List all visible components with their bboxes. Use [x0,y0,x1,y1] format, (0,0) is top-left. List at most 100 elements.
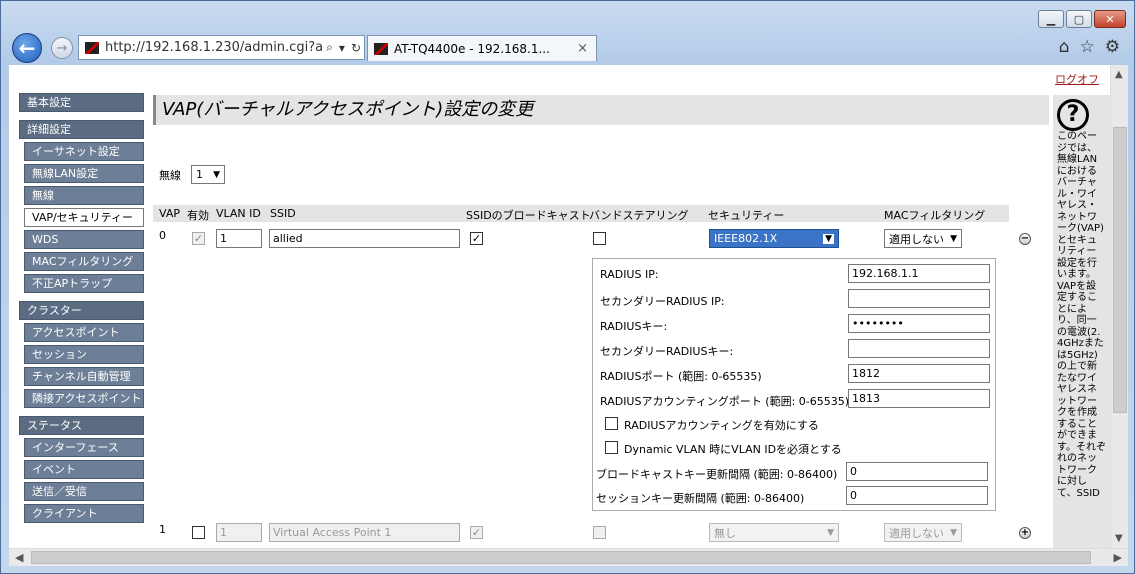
radius-key-input[interactable]: •••••••• [848,314,990,333]
help-panel: ? このページでは、無線LANにおけるバーチャル・ワイヤレス・ネットワーク(VA… [1053,95,1110,548]
col-mac-filter: MACフィルタリング [884,209,986,222]
horizontal-scrollbar[interactable]: ◀ ▶ [9,548,1128,566]
col-ssid: SSID [270,207,296,220]
vertical-scroll-thumb[interactable] [1113,127,1127,413]
scroll-down-icon[interactable]: ▼ [1115,533,1123,544]
maximize-button[interactable]: ▢ [1066,10,1092,28]
row1-ssid-input[interactable]: Virtual Access Point 1 [269,523,460,542]
sidebar-item[interactable]: インターフェース [24,438,144,457]
secondary-radius-ip-label: セカンダリーRADIUS IP: [600,295,725,308]
browser-window: ▁ ▢ ✕ ← → http://192.168.1.230/admin.cgi… [0,0,1135,574]
secondary-radius-key-input[interactable] [848,339,990,358]
row0-mac-select[interactable]: 適用しない ▼ [884,229,962,248]
row1-vlan-input[interactable]: 1 [216,523,262,542]
tab-logo-icon [374,42,388,55]
dropdown-icon[interactable]: ▾ [336,41,348,55]
sidebar-item[interactable]: チャンネル自動管理 [24,367,144,386]
logout-link[interactable]: ログオフ [1055,71,1099,87]
sidebar-item[interactable]: 無線LAN設定 [24,164,144,183]
row0-broadcast-checkbox[interactable]: ✓ [470,232,483,245]
sidebar-item[interactable]: 基本設定 [19,93,144,112]
chevron-down-icon: ▼ [823,233,834,244]
radius-port-label: RADIUSポート (範囲: 0-65535) [600,370,762,383]
session-key-input[interactable]: 0 [846,486,988,505]
scroll-left-icon[interactable]: ◀ [15,551,23,564]
vertical-scrollbar[interactable]: ▲ ▼ [1110,65,1128,548]
row1-broadcast-checkbox: ✓ [470,526,483,539]
row0-security-value: IEEE802.1X [714,232,778,245]
sidebar-item[interactable]: MACフィルタリング [24,252,144,271]
help-text: このページでは、無線LANにおけるバーチャル・ワイヤレス・ネットワーク(VAP)… [1057,131,1106,499]
col-broadcast: SSIDのブロードキャスト [466,209,591,222]
expand-plus-icon[interactable]: + [1019,527,1031,539]
col-enabled: 有効 [187,209,209,222]
row1-security-value: 無し [714,526,736,540]
radius-accounting-checkbox[interactable] [605,417,618,430]
secondary-radius-ip-input[interactable] [848,289,990,308]
chevron-down-icon: ▼ [950,527,957,538]
sidebar-item[interactable]: 送信／受信 [24,482,144,501]
col-security: セキュリティー [708,209,785,222]
sidebar-item[interactable]: クライアント [24,504,144,523]
row0-band-steering-checkbox[interactable] [593,232,606,245]
vap-table-header: VAP 有効 VLAN ID SSID SSIDのブロードキャスト バンドステア… [153,205,1009,222]
row1-security-select: 無し ▼ [709,523,839,542]
row0-vap: 0 [159,229,166,242]
close-window-button[interactable]: ✕ [1094,10,1126,28]
sidebar-item[interactable]: アクセスポイント [24,323,144,342]
sidebar-item[interactable]: ステータス [19,416,144,435]
refresh-icon[interactable]: ↻ [348,41,364,55]
browser-toolbar-icons: ⌂ ☆ ⚙ [1059,37,1120,57]
search-icon[interactable]: ⌕ [323,40,336,55]
horizontal-scroll-thumb[interactable] [31,551,1091,564]
settings-gear-icon[interactable]: ⚙ [1105,37,1120,57]
radius-acct-port-input[interactable]: 1813 [848,389,990,408]
sidebar-item[interactable]: VAP/セキュリティー [24,208,144,227]
address-bar[interactable]: http://192.168.1.230/admin.cgi?act ⌕ ▾ ↻ [78,35,365,60]
sidebar-item[interactable]: イーサネット設定 [24,142,144,161]
forward-button[interactable]: → [51,37,73,59]
help-question-icon: ? [1057,99,1089,131]
favorites-star-icon[interactable]: ☆ [1080,37,1095,57]
scroll-right-icon[interactable]: ▶ [1114,551,1122,564]
radio-selector: 無線 1 ▼ [159,165,225,184]
sidebar-item[interactable]: クラスター [19,301,144,320]
tab-close-icon[interactable]: × [577,41,588,56]
browser-tab[interactable]: AT-TQ4400e - 192.168.1... × [367,35,597,61]
radio-label: 無線 [159,168,181,182]
page-content: ログオフ 基本設定 詳細設定 イーサネット設定 無線LAN設定 無線 VAP/セキュリティ… [9,65,1110,548]
session-key-label: セッションキー更新間隔 (範囲: 0-86400) [596,492,805,505]
sidebar-item[interactable]: 不正APトラップ [24,274,144,293]
row0-enabled-checkbox: ✓ [192,232,205,245]
chevron-down-icon: ▼ [827,527,834,538]
sidebar-item[interactable]: WDS [24,230,144,249]
radius-port-input[interactable]: 1812 [848,364,990,383]
row0-security-select[interactable]: IEEE802.1X ▼ [709,229,839,248]
home-icon[interactable]: ⌂ [1059,37,1070,57]
dynamic-vlan-checkbox[interactable] [605,441,618,454]
col-vap: VAP [159,207,180,220]
minimize-button[interactable]: ▁ [1038,10,1064,28]
sidebar-item[interactable]: イベント [24,460,144,479]
back-button[interactable]: ← [12,33,42,63]
radius-ip-input[interactable]: 192.168.1.1 [848,264,990,283]
address-url[interactable]: http://192.168.1.230/admin.cgi?act [105,40,323,55]
chevron-down-icon: ▼ [950,233,957,244]
radius-settings-panel: RADIUS IP: 192.168.1.1 セカンダリーRADIUS IP: … [592,258,996,511]
sidebar-item[interactable]: 詳細設定 [19,120,144,139]
site-logo-icon [85,41,99,54]
radio-select[interactable]: 1 ▼ [191,165,225,184]
row0-vlan-input[interactable]: 1 [216,229,262,248]
row0-ssid-input[interactable]: allied [269,229,460,248]
radius-ip-label: RADIUS IP: [600,268,659,281]
col-band-steering: バンドステアリング [589,209,689,222]
sidebar-item[interactable]: セッション [24,345,144,364]
broadcast-key-input[interactable]: 0 [846,462,988,481]
row1-enabled-checkbox[interactable] [192,526,205,539]
sidebar-item[interactable]: 隣接アクセスポイント [24,389,144,408]
sidebar-item[interactable]: 無線 [24,186,144,205]
row1-mac-value: 適用しない [889,526,944,540]
collapse-minus-icon[interactable]: − [1019,233,1031,245]
row1-vap: 1 [159,523,166,536]
scroll-up-icon[interactable]: ▲ [1115,69,1123,80]
